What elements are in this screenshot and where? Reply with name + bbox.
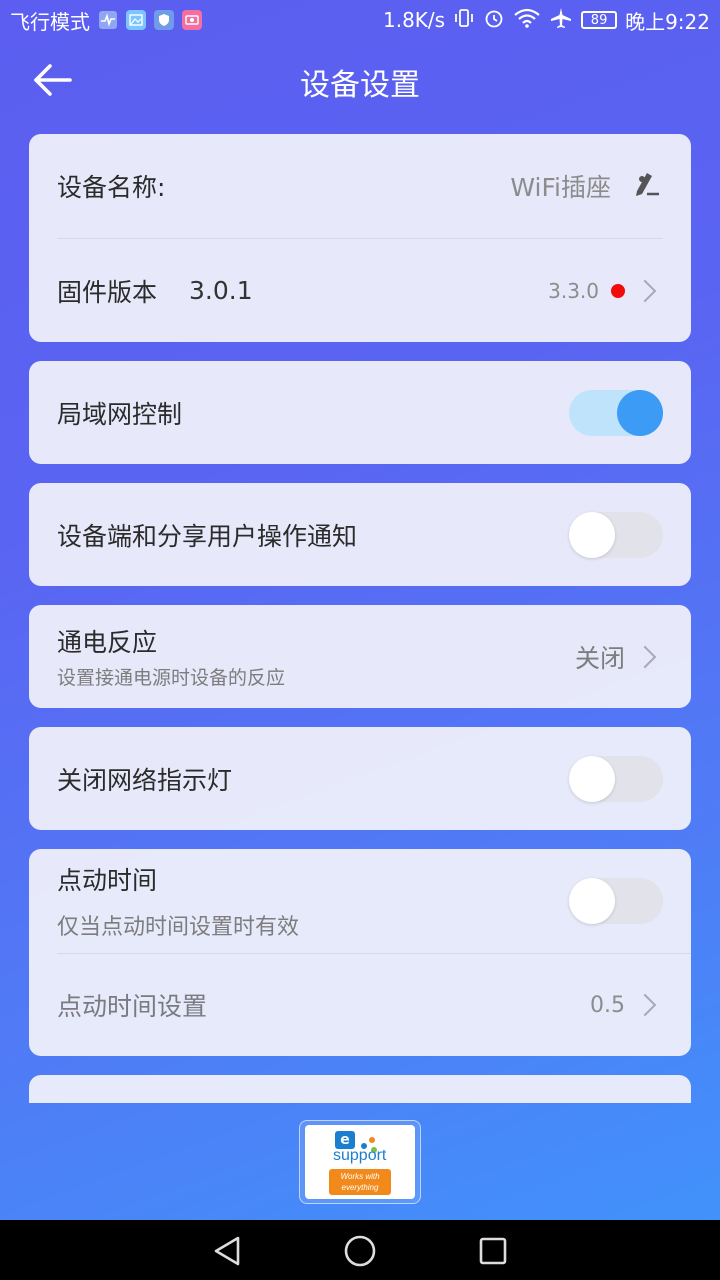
power-on-text: 通电反应 设置接通电源时设备的反应 (57, 623, 285, 690)
lan-control-toggle[interactable] (569, 389, 663, 436)
logo-tagline-line-2: everything (341, 1183, 379, 1192)
logo-tagline: Works with everything (329, 1169, 391, 1195)
inching-card: 点动时间 仅当点动时间设置时有效 点动时间设置 0.5 (29, 849, 691, 1056)
inching-setting-row[interactable]: 点动时间设置 0.5 (29, 954, 691, 1056)
triangle-back-icon (214, 1236, 240, 1266)
esupport-logo: e support Works with everything (305, 1125, 415, 1199)
inching-setting-value: 0.5 (590, 992, 625, 1018)
status-bar: 飞行模式 1.8K/s 89 晚上9:22 (0, 0, 720, 40)
alarm-icon (483, 7, 505, 34)
vibrate-icon (453, 7, 475, 34)
inching-setting-right: 0.5 (590, 993, 663, 1018)
circle-home-icon (344, 1235, 376, 1267)
power-on-label: 通电反应 (57, 628, 158, 657)
chevron-right-icon (633, 279, 657, 302)
edit-icon[interactable] (629, 167, 663, 205)
logo-tagline-line-1: Works with (340, 1172, 380, 1181)
share-notify-row: 设备端和分享用户操作通知 (29, 483, 691, 586)
lan-control-row: 局域网控制 (29, 361, 691, 464)
wifi-icon (513, 7, 541, 34)
device-name-value: WiFi插座 (510, 173, 611, 202)
screen-record-icon (182, 10, 202, 30)
inching-sub-label: 仅当点动时间设置时有效 (57, 915, 300, 940)
update-available-badge (611, 283, 625, 298)
esupport-logo-button[interactable]: e support Works with everything (299, 1120, 421, 1204)
chevron-right-icon (633, 993, 657, 1017)
network-light-label: 关闭网络指示灯 (57, 765, 233, 795)
health-icon (98, 10, 118, 30)
power-on-right: 关闭 (575, 639, 663, 675)
network-light-row: 关闭网络指示灯 (29, 727, 691, 830)
status-right: 1.8K/s 89 晚上9:22 (383, 6, 710, 35)
inching-label: 点动时间 (57, 866, 158, 895)
page-title: 设备设置 (300, 68, 420, 103)
network-speed: 1.8K/s (382, 8, 446, 32)
firmware-latest-version: 3.3.0 (548, 278, 599, 303)
navigation-bar (0, 1220, 720, 1280)
clock-time: 晚上9:22 (625, 9, 710, 34)
power-on-card: 通电反应 设置接通电源时设备的反应 关闭 (29, 605, 691, 708)
power-on-value: 关闭 (574, 643, 625, 673)
status-left: 飞行模式 (10, 6, 202, 35)
power-on-sub-label: 设置接通电源时设备的反应 (57, 667, 286, 689)
inching-setting-label: 点动时间设置 (57, 992, 208, 1021)
share-notify-right (569, 511, 663, 558)
toggle-knob (569, 878, 615, 924)
airplane-icon (549, 7, 573, 34)
share-notify-card: 设备端和分享用户操作通知 (29, 483, 691, 586)
shield-icon (154, 10, 174, 30)
nav-back-button[interactable] (210, 1234, 244, 1268)
lan-control-label: 局域网控制 (57, 399, 183, 429)
firmware-label: 固件版本 (57, 277, 158, 307)
device-info-card: 设备名称: WiFi插座 固件版本 3.0.1 3.3.0 (29, 134, 691, 342)
device-name-row[interactable]: 设备名称: WiFi插座 (29, 134, 691, 238)
logo-name: support (333, 1147, 387, 1164)
square-recents-icon (479, 1237, 507, 1265)
toggle-knob (569, 511, 615, 558)
firmware-right: 3.3.0 (548, 279, 663, 303)
inching-toggle[interactable] (569, 878, 663, 924)
chevron-right-icon (633, 645, 657, 668)
inching-text: 点动时间 仅当点动时间设置时有效 (57, 861, 299, 941)
device-name-right: WiFi插座 (510, 167, 663, 205)
firmware-current-version: 3.0.1 (189, 276, 253, 305)
network-light-right (569, 755, 663, 802)
nav-home-button[interactable] (343, 1234, 377, 1268)
toggle-knob (569, 755, 615, 802)
network-light-card: 关闭网络指示灯 (29, 727, 691, 830)
power-on-row[interactable]: 通电反应 设置接通电源时设备的反应 关闭 (29, 605, 691, 708)
gallery-icon (126, 10, 146, 30)
app-header: 设备设置 (0, 40, 720, 120)
airplane-mode-text: 飞行模式 (10, 9, 90, 34)
battery-icon: 89 (581, 11, 618, 29)
network-light-toggle[interactable] (569, 755, 663, 802)
toggle-knob (617, 389, 663, 436)
inching-row: 点动时间 仅当点动时间设置时有效 (29, 849, 691, 953)
inching-right (569, 878, 663, 924)
share-notify-label: 设备端和分享用户操作通知 (57, 521, 358, 551)
nav-recents-button[interactable] (476, 1234, 510, 1268)
firmware-row[interactable]: 固件版本 3.0.1 3.3.0 (29, 239, 691, 342)
lan-control-card: 局域网控制 (29, 361, 691, 464)
lan-control-right (569, 389, 663, 436)
share-notify-toggle[interactable] (569, 511, 663, 558)
device-name-label: 设备名称: (57, 173, 166, 202)
next-card-partial (29, 1075, 691, 1103)
